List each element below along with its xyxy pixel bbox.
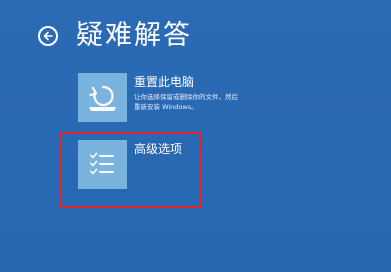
reset-pc-description: 让你选择保留或删除你的文件，然后 重新安装 Windows。 — [134, 92, 334, 112]
back-button[interactable] — [38, 26, 58, 46]
reset-pc-text: 重置此电脑 让你选择保留或删除你的文件，然后 重新安装 Windows。 — [134, 74, 334, 112]
reset-pc-description-line1: 让你选择保留或删除你的文件，然后 — [134, 93, 238, 101]
troubleshoot-screen: 疑难解答 重置此电脑 让你选择保留或删除你的文件，然后 重新安装 Windows… — [0, 0, 391, 272]
advanced-options-title: 高级选项 — [134, 142, 183, 156]
advanced-options-tile[interactable] — [78, 140, 127, 189]
reset-pc-title: 重置此电脑 — [134, 75, 195, 89]
reset-pc-tile[interactable] — [78, 73, 127, 122]
reset-pc-icon — [78, 73, 127, 122]
advanced-options-text: 高级选项 — [134, 141, 334, 157]
back-arrow-icon — [42, 30, 54, 42]
reset-pc-description-line2: 重新安装 Windows。 — [134, 103, 198, 111]
checklist-icon — [78, 140, 127, 189]
page-title: 疑难解答 — [76, 20, 192, 51]
